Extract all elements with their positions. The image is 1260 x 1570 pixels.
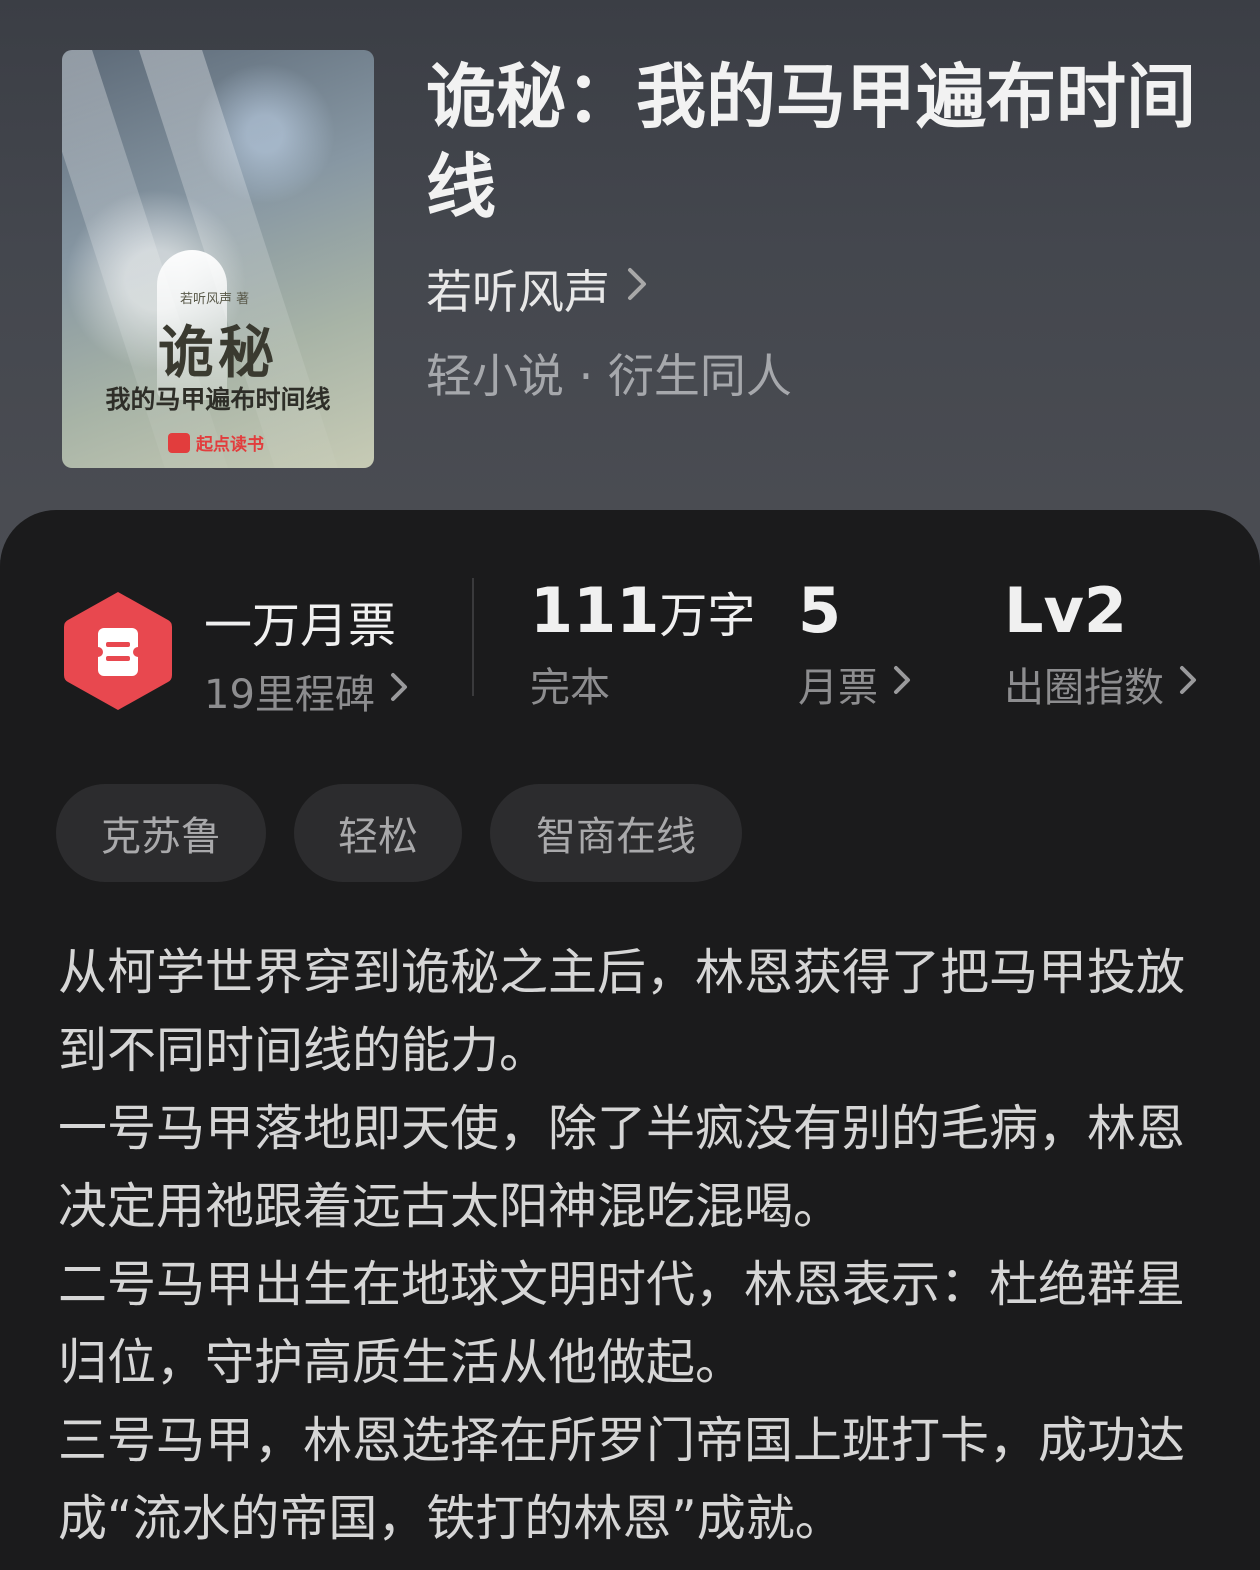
monthly-ticket-stat[interactable]: 5 月票 bbox=[798, 574, 912, 713]
milestone-sub-row: 19里程碑 bbox=[204, 662, 409, 720]
word-count-label: 完本 bbox=[530, 665, 610, 711]
stat-divider bbox=[472, 578, 474, 696]
description-paragraph: 一号马甲落地即天使，除了半疯没有别的毛病，林恩决定用祂跟着远古太阳神混吃混喝。 bbox=[58, 1100, 1186, 1235]
popularity-stat[interactable]: Lv2 出圈指数 bbox=[1004, 574, 1198, 713]
milestone-subtitle: 19里程碑 bbox=[204, 672, 375, 718]
book-header: 若听风声 著 诡秘 我的马甲遍布时间线 起点读书 诡秘：我的马甲遍布时间线 若听… bbox=[0, 0, 1260, 560]
chevron-right-icon bbox=[1178, 664, 1198, 705]
tag-chip[interactable]: 智商在线 bbox=[490, 784, 742, 882]
description-paragraph: 二号马甲出生在地球文明时代，林恩表示：杜绝群星归位，守护高质生活从他做起。 bbox=[58, 1256, 1186, 1391]
description-paragraph: 三号马甲，林恩选择在所罗门帝国上班打卡，成功达成“流水的帝国，铁打的林恩”成就。 bbox=[58, 1412, 1186, 1547]
word-count-number: 111 bbox=[530, 574, 660, 647]
tag-chip[interactable]: 克苏鲁 bbox=[56, 784, 266, 882]
chevron-right-icon bbox=[626, 266, 648, 312]
milestone-stat[interactable]: 一万月票 19里程碑 bbox=[204, 586, 409, 720]
book-genre: 轻小说 · 衍生同人 bbox=[426, 349, 792, 403]
description-paragraph: 从柯学世界穿到诡秘之主后，林恩获得了把马甲投放到不同时间线的能力。 bbox=[58, 944, 1186, 1079]
cover-author: 若听风声 著 bbox=[180, 292, 250, 307]
popularity-value: Lv2 bbox=[1004, 574, 1128, 647]
word-count-row: 111万字 bbox=[530, 574, 755, 647]
monthly-ticket-label: 月票 bbox=[798, 665, 878, 711]
book-title: 诡秘：我的马甲遍布时间线 bbox=[426, 55, 1196, 228]
word-count-unit: 万字 bbox=[659, 588, 756, 644]
word-count-stat: 111万字 完本 bbox=[530, 574, 755, 713]
author-link[interactable]: 若听风声 bbox=[426, 256, 648, 322]
book-cover[interactable]: 若听风声 著 诡秘 我的马甲遍布时间线 起点读书 bbox=[62, 50, 374, 468]
monthly-ticket-sub-row: 月票 bbox=[798, 655, 912, 713]
milestone-title: 一万月票 bbox=[204, 598, 397, 654]
cover-brand: 起点读书 bbox=[168, 430, 264, 455]
chevron-right-icon bbox=[389, 671, 409, 712]
cover-brand-text: 起点读书 bbox=[196, 435, 264, 455]
monthly-ticket-value: 5 bbox=[798, 574, 842, 647]
cover-title-small: 我的马甲遍布时间线 bbox=[105, 385, 331, 414]
chevron-right-icon bbox=[892, 664, 912, 705]
popularity-sub-row: 出圈指数 bbox=[1004, 655, 1198, 713]
cover-title-big: 诡秘 bbox=[158, 320, 278, 386]
tag-chip[interactable]: 轻松 bbox=[294, 784, 462, 882]
author-name: 若听风声 bbox=[426, 265, 610, 319]
ticket-milestone-badge-icon[interactable] bbox=[62, 590, 174, 712]
brand-logo-icon bbox=[168, 432, 190, 453]
popularity-label: 出圈指数 bbox=[1004, 665, 1164, 711]
book-description[interactable]: 从柯学世界穿到诡秘之主后，林恩获得了把马甲投放到不同时间线的能力。 一号马甲落地… bbox=[58, 934, 1188, 1558]
